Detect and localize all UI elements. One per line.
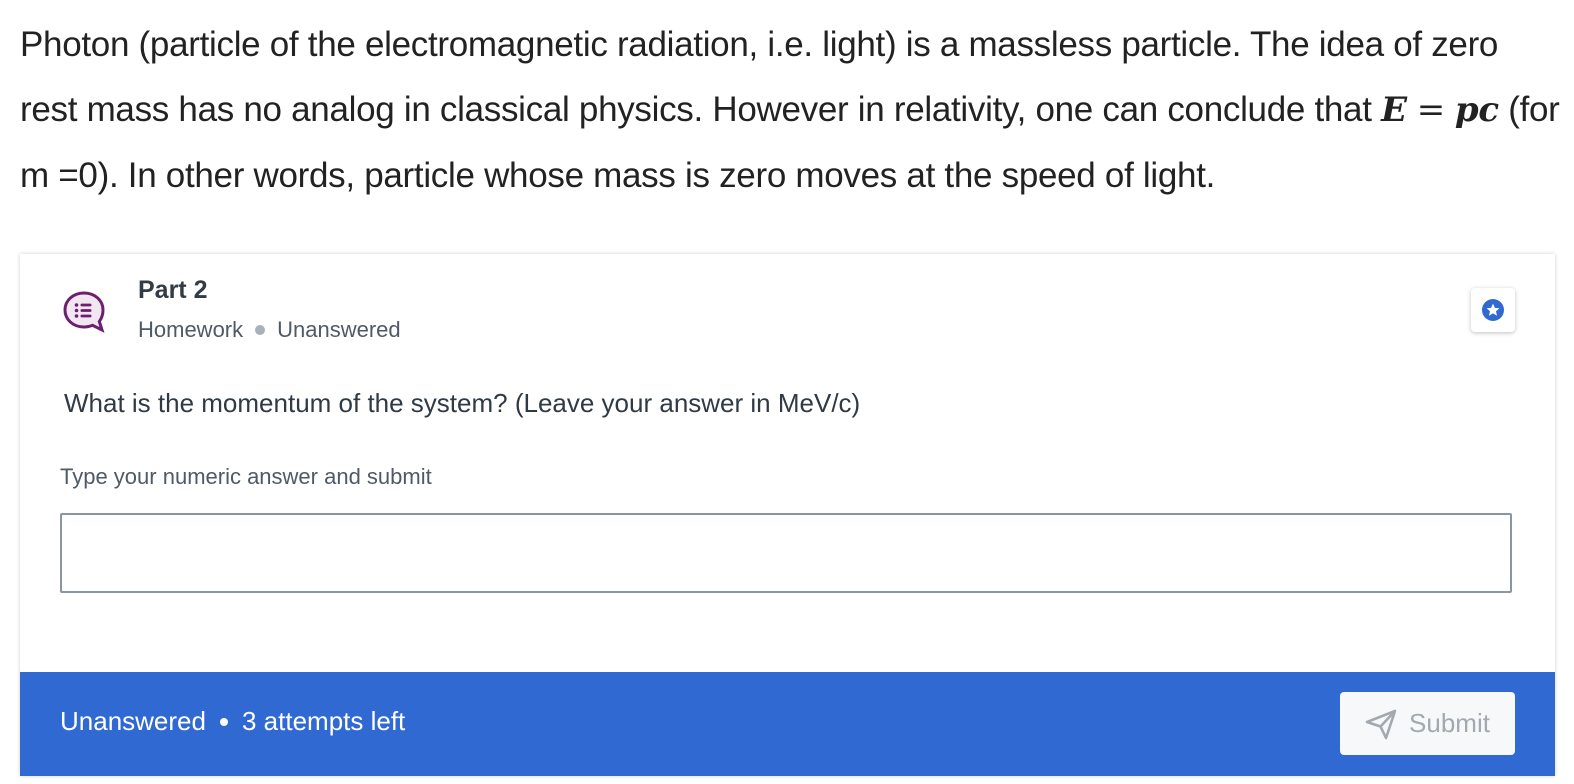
footer-status: Unanswered 3 attempts left <box>60 706 405 737</box>
answer-input[interactable] <box>60 513 1512 593</box>
formula-lhs: E <box>1381 90 1407 130</box>
part-title: Part 2 <box>138 276 208 304</box>
meta-separator-dot <box>255 325 266 335</box>
submit-label: Submit <box>1409 708 1490 738</box>
send-icon <box>1365 709 1397 739</box>
star-button[interactable] <box>1471 288 1515 332</box>
formula: E = pc <box>1381 90 1499 130</box>
chat-list-icon <box>62 290 106 334</box>
answer-label: Type your numeric answer and submit <box>60 464 432 489</box>
question-text: What is the momentum of the system? (Lea… <box>64 388 861 418</box>
submit-button[interactable]: Submit <box>1340 692 1515 755</box>
part-meta: Homework Unanswered <box>138 317 401 343</box>
attempts-left: 3 attempts left <box>241 706 406 736</box>
star-icon <box>1482 299 1504 321</box>
intro-paragraph: Photon (particle of the electromagnetic … <box>20 12 1560 208</box>
question-card: Part 2 Homework Unanswered What is the m… <box>20 254 1555 776</box>
intro-text-before: Photon (particle of the electromagnetic … <box>20 25 1499 129</box>
part-type: Homework <box>138 317 244 342</box>
footer-status-text: Unanswered <box>60 706 206 736</box>
part-status: Unanswered <box>277 317 401 342</box>
formula-rhs: pc <box>1454 90 1499 130</box>
formula-equals: = <box>1416 90 1446 130</box>
card-footer: Unanswered 3 attempts left Submit <box>20 672 1555 776</box>
footer-separator-dot <box>219 717 228 726</box>
